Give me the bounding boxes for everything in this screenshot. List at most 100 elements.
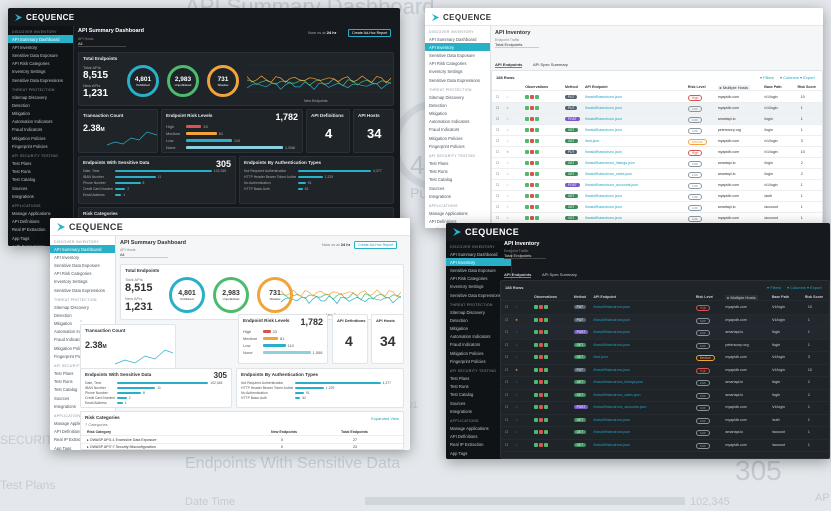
- sidebar-item-sensitive-data-expressions[interactable]: Sensitive Data Expressions: [425, 76, 490, 84]
- sidebar-item-sitemap-discovery[interactable]: Sitemap Discovery: [8, 93, 73, 101]
- table-row[interactable]: ☐ ☆ PUT/fossid/fhasrulrunc.json High myapidb…: [501, 302, 829, 315]
- star-icon[interactable]: ☆: [515, 418, 518, 422]
- sidebar-item-inventory-settings[interactable]: Inventory Settings: [50, 278, 115, 286]
- sidebar-item-mitigation-policies[interactable]: Mitigation Policies: [8, 134, 73, 142]
- action-columns[interactable]: ▾ Columns: [787, 285, 806, 290]
- row-checkbox[interactable]: ☐: [505, 368, 508, 372]
- api-endpoint-link[interactable]: /fossid/fhasrulrunc.json: [593, 305, 689, 309]
- time-range-label[interactable]: Now vs at 24 hr: [322, 242, 350, 247]
- sidebar-item-mitigation[interactable]: Mitigation: [8, 110, 73, 118]
- table-row[interactable]: ☐ ☆ GET/fossid/fhasrulrunc_listings.json Lo…: [492, 158, 822, 169]
- table-row[interactable]: ☐ ☆ POST/fossid/fhasrulrunc.json Low amartap…: [492, 114, 822, 125]
- star-icon[interactable]: ☆: [506, 205, 509, 209]
- sidebar-item-detection[interactable]: Detection: [425, 101, 490, 109]
- star-icon[interactable]: ☆: [515, 393, 518, 397]
- time-range-label[interactable]: Now vs at 24 hr: [308, 30, 336, 35]
- sidebar-item-api-risk-categories[interactable]: API Risk Categories: [50, 270, 115, 278]
- api-endpoint-link[interactable]: /fossid/fhasrulrunc_sales.json: [585, 172, 681, 176]
- tab-api-endpoints[interactable]: API Endpoints: [504, 272, 532, 278]
- api-host-filter[interactable]: All: [78, 41, 126, 47]
- create-report-button[interactable]: Create Ad-Hoc Report: [348, 29, 392, 37]
- sidebar-item-sensitive-data-exposure[interactable]: Sensitive Data Exposure: [446, 266, 511, 274]
- column-header-method[interactable]: Method: [565, 85, 578, 89]
- sidebar-item-api-inventory[interactable]: API Inventory: [8, 43, 73, 51]
- api-host-filter[interactable]: All: [120, 252, 168, 258]
- sidebar-item-sitemap-discovery[interactable]: Sitemap Discovery: [50, 303, 115, 311]
- row-checkbox[interactable]: ☐: [505, 318, 508, 322]
- api-endpoint-link[interactable]: /fossid/fhasrulrunc.json: [593, 368, 689, 372]
- table-row[interactable]: ☐ ☆ GET/fossid/fhasrulrunc.json Low myapidb.…: [501, 440, 829, 452]
- row-checkbox[interactable]: ☐: [496, 183, 499, 187]
- sidebar-item-automation-indicators[interactable]: Automation Indicators: [425, 118, 490, 126]
- table-row[interactable]: ☐ ☆ GET/fossid/fhasrulrunc_listings.json Lo…: [501, 377, 829, 390]
- sidebar-item-api-risk-categories[interactable]: API Risk Categories: [8, 60, 73, 68]
- api-endpoint-link[interactable]: /fossid/fhasrulrunc.json: [585, 205, 681, 209]
- multiple-hosts-dropdown[interactable]: ▸ Multiple Hosts: [725, 295, 758, 300]
- sidebar-item-integrations[interactable]: Integrations: [8, 192, 73, 200]
- star-icon[interactable]: ★: [515, 318, 518, 322]
- traffic-filter[interactable]: Total Endpoints: [504, 253, 546, 259]
- table-row[interactable]: ☐ ☆ GET/fossid/fhasrulrunc.json Low amartapi…: [492, 202, 822, 213]
- row-checkbox[interactable]: ☐: [496, 139, 499, 143]
- api-endpoint-link[interactable]: /fossid/fhasrulrunc.json: [593, 318, 689, 322]
- api-endpoint-link[interactable]: /fossid/fhasrulrunc.json: [585, 106, 681, 110]
- sidebar-item-api-summary-dashboard[interactable]: API Summary Dashboard: [50, 245, 115, 254]
- table-row[interactable]: ☐ ☆ GET/fossid/fhasrulrunc.json Low petersco…: [492, 125, 822, 136]
- sidebar-item-api-inventory[interactable]: API Inventory: [425, 43, 490, 52]
- star-icon[interactable]: ☆: [506, 194, 509, 198]
- action-filters[interactable]: ▾ Filters: [760, 75, 774, 80]
- column-header-method[interactable]: Method: [574, 295, 587, 299]
- sidebar-item-inventory-settings[interactable]: Inventory Settings: [425, 68, 490, 76]
- column-header-observations[interactable]: Observations: [525, 85, 548, 89]
- table-row[interactable]: ☐ ☆ GET/fossid/fhasrulrunc.json Low petersco…: [501, 340, 829, 352]
- api-endpoint-link[interactable]: /fossid/fhasrulrunc_accounts.json: [593, 405, 689, 409]
- star-icon[interactable]: ☆: [506, 183, 509, 187]
- sidebar-item-mitigation-policies[interactable]: Mitigation Policies: [425, 134, 490, 142]
- sidebar-item-sensitive-data-expressions[interactable]: Sensitive Data Expressions: [8, 76, 73, 84]
- star-icon[interactable]: ☆: [506, 95, 509, 99]
- multiple-hosts-dropdown[interactable]: ▸ Multiple Hosts: [717, 85, 750, 90]
- star-icon[interactable]: ☆: [506, 139, 509, 143]
- star-icon[interactable]: ☆: [515, 355, 518, 359]
- sidebar-item-sources[interactable]: Sources: [8, 184, 73, 192]
- star-icon[interactable]: ☆: [506, 128, 509, 132]
- row-checkbox[interactable]: ☐: [496, 106, 499, 110]
- sidebar-item-detection[interactable]: Detection: [8, 101, 73, 109]
- table-row[interactable]: ☐ ☆ GET/fossid/fhasrulrunc_sales.json Low am…: [492, 169, 822, 180]
- sidebar-item-sources[interactable]: Sources: [425, 184, 490, 192]
- star-icon[interactable]: ★: [506, 106, 509, 110]
- star-icon[interactable]: ☆: [515, 405, 518, 409]
- expanded-view-link[interactable]: Expanded View: [371, 416, 399, 421]
- star-icon[interactable]: ★: [515, 368, 518, 372]
- sidebar-item-test-catalog[interactable]: Test Catalog: [8, 176, 73, 184]
- table-row[interactable]: ☐ ☆ GET/fossid/fhasrulrunc.json Low myapidb.…: [492, 191, 822, 202]
- sidebar-item-api-inventory[interactable]: API Inventory: [50, 253, 115, 261]
- sidebar-item-sensitive-data-expressions[interactable]: Sensitive Data Expressions: [50, 286, 115, 294]
- sidebar-item-sensitive-data-exposure[interactable]: Sensitive Data Exposure: [425, 51, 490, 59]
- tab-api-spec-summary[interactable]: API Spec Summary: [533, 62, 568, 67]
- star-icon[interactable]: ☆: [515, 343, 518, 347]
- star-icon[interactable]: ☆: [506, 216, 509, 220]
- api-endpoint-link[interactable]: /fossid/fhasrulrunc.json: [593, 330, 689, 334]
- sidebar-item-automation-indicators[interactable]: Automation Indicators: [8, 118, 73, 126]
- table-row[interactable]: ☐ ☆ POST/fossid/fhasrulrunc_accounts.json L…: [492, 180, 822, 191]
- action-export[interactable]: ▾ Export: [807, 285, 822, 290]
- table-row[interactable]: ☐ ★ PUT/fossid/fhasrulrunc.json Low myapidb.…: [492, 103, 822, 114]
- row-checkbox[interactable]: ☐: [505, 330, 508, 334]
- api-endpoint-link[interactable]: /fossid/fhasrulrunc.json: [585, 128, 681, 132]
- sidebar-item-fraud-indicators[interactable]: Fraud Indicators: [8, 126, 73, 134]
- sidebar-item-manage-applications[interactable]: Manage Applications: [425, 209, 490, 217]
- row-checkbox[interactable]: ☐: [496, 150, 499, 154]
- traffic-filter[interactable]: Total Endpoints: [495, 42, 539, 48]
- row-checkbox[interactable]: ☐: [496, 194, 499, 198]
- row-checkbox[interactable]: ☐: [505, 443, 508, 447]
- sidebar-item-detection[interactable]: Detection: [50, 311, 115, 319]
- sidebar-item-api-summary-dashboard[interactable]: API Summary Dashboard: [446, 250, 511, 258]
- api-endpoint-link[interactable]: /test.json: [585, 139, 681, 143]
- sidebar-item-test-plans[interactable]: Test Plans: [8, 159, 73, 167]
- column-header-risk-score[interactable]: Risk Score: [797, 85, 816, 89]
- sidebar-item-integrations[interactable]: Integrations: [425, 192, 490, 200]
- sidebar-item-test-runs[interactable]: Test Runs: [425, 168, 490, 176]
- table-row[interactable]: ▸ OWASP API7:7 Security Misconfiguration…: [81, 443, 403, 449]
- row-checkbox[interactable]: ☐: [505, 305, 508, 309]
